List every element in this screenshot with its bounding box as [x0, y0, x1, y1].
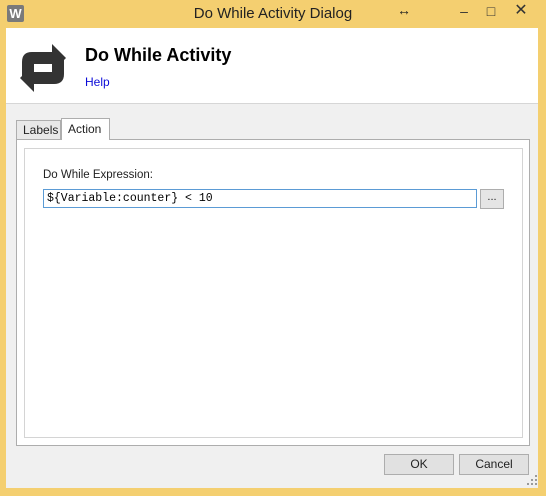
action-tab-panel: Do While Expression: ... — [16, 139, 530, 446]
resize-grip-icon[interactable] — [526, 474, 538, 486]
dialog-header: Do While Activity Help — [6, 28, 538, 104]
tab-action[interactable]: Action — [61, 118, 110, 140]
help-link[interactable]: Help — [85, 75, 110, 89]
cancel-button[interactable]: Cancel — [459, 454, 529, 475]
resize-icon: ↔ — [397, 2, 411, 18]
title-bar: W Do While Activity Dialog ↔ – □ ✕ — [0, 0, 546, 26]
expression-input[interactable] — [43, 189, 477, 208]
maximize-button[interactable]: □ — [478, 0, 504, 22]
close-button[interactable]: ✕ — [504, 0, 538, 22]
browse-button[interactable]: ... — [480, 189, 504, 209]
loop-arrows-icon — [20, 44, 66, 92]
minimize-button[interactable]: – — [450, 0, 478, 22]
dialog-client-area: Do While Activity Help Labels Action Do … — [6, 28, 538, 488]
expression-label: Do While Expression: — [43, 169, 153, 181]
dialog-heading: Do While Activity — [85, 45, 232, 65]
tab-labels[interactable]: Labels — [16, 120, 61, 139]
ok-button[interactable]: OK — [384, 454, 454, 475]
action-group-box: Do While Expression: ... — [24, 148, 523, 438]
